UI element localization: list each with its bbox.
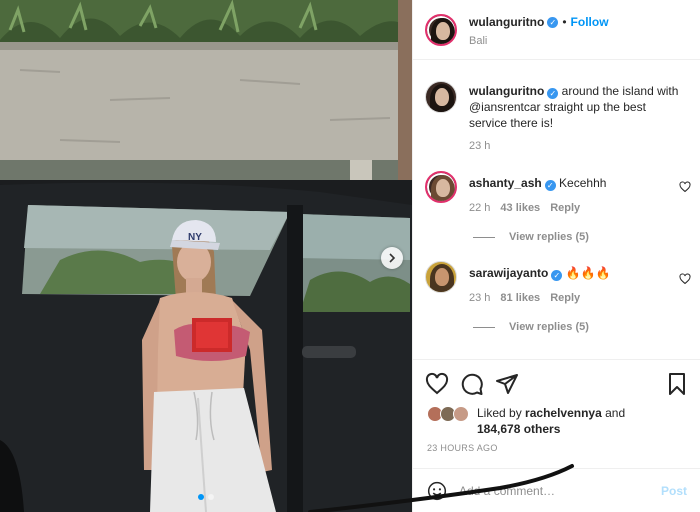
view-replies-button[interactable]: View replies (5) (473, 321, 589, 333)
liked-by-prefix: Liked by (477, 406, 522, 420)
likes-text: Liked by rachelvennya and 184,678 others (477, 405, 625, 437)
next-slide-button[interactable] (381, 247, 403, 269)
add-comment-bar: Post (413, 468, 700, 512)
liker-avatar (453, 406, 469, 422)
comment-likes[interactable]: 81 likes (500, 292, 540, 304)
view-replies-button[interactable]: View replies (5) (473, 231, 589, 243)
carousel-indicator (198, 494, 214, 500)
comment-meta: 22 h 43 likes Reply (469, 202, 580, 214)
comment-item: sarawijayanto ✓ 🔥🔥🔥 23 h 81 likes Reply V… (425, 257, 691, 337)
comment-text-block: ashanty_ash ✓ Kecehhh (469, 175, 681, 191)
author-avatar[interactable] (425, 14, 457, 46)
carousel-dot-active (198, 494, 204, 500)
heart-icon[interactable] (425, 372, 449, 396)
comment-icon[interactable] (460, 372, 484, 396)
separator-dot: • (562, 15, 567, 29)
reply-button[interactable]: Reply (550, 292, 580, 304)
liked-by-and: and (605, 406, 626, 420)
author-username[interactable]: wulanguritno (469, 15, 544, 29)
comment-likes[interactable]: 43 likes (500, 202, 540, 214)
chevron-right-icon (389, 253, 396, 263)
verified-icon: ✓ (547, 16, 559, 28)
like-comment-heart-icon[interactable] (679, 181, 691, 193)
post-side-panel: wulanguritno ✓ • Follow Bali wulanguritn… (412, 0, 700, 512)
view-replies-label: View replies (5) (509, 321, 589, 333)
like-comment-heart-icon[interactable] (679, 273, 691, 285)
share-icon[interactable] (495, 372, 519, 396)
replies-line (473, 326, 495, 328)
verified-icon: ✓ (544, 180, 556, 191)
caption-time: 23 h (469, 140, 491, 152)
commenter-username[interactable]: sarawijayanto (469, 266, 548, 280)
commenter-avatar[interactable] (425, 171, 457, 203)
bookmark-icon[interactable] (665, 372, 689, 396)
post-photo: NY (0, 0, 412, 512)
comment-time: 22 h (469, 202, 491, 214)
verified-icon: ✓ (547, 88, 559, 99)
carousel-dot (208, 494, 214, 500)
caption-avatar[interactable] (425, 81, 457, 113)
commenter-avatar[interactable] (425, 261, 457, 293)
comment-item: ashanty_ash ✓ Kecehhh 22 h 43 likes Reply… (425, 167, 691, 247)
post-timestamp[interactable]: 23 HOURS AGO (427, 443, 498, 453)
comments-section: wulanguritno ✓ around the island with @ia… (413, 61, 700, 359)
svg-text:NY: NY (188, 232, 202, 243)
post-comment-button[interactable]: Post (661, 484, 687, 498)
caption-text-block: wulanguritno ✓ around the island with @ia… (469, 83, 681, 131)
author-line: wulanguritno ✓ • Follow (469, 15, 609, 29)
commenter-username[interactable]: ashanty_ash (469, 176, 542, 190)
add-comment-input[interactable] (459, 479, 649, 503)
comment-text: 🔥🔥🔥 (565, 266, 611, 280)
comment-time: 23 h (469, 292, 491, 304)
post-location[interactable]: Bali (469, 35, 487, 47)
verified-icon: ✓ (551, 270, 563, 281)
view-replies-label: View replies (5) (509, 231, 589, 243)
emoji-icon[interactable] (427, 481, 447, 501)
follow-button[interactable]: Follow (571, 15, 609, 29)
post-header: wulanguritno ✓ • Follow Bali (413, 0, 700, 60)
caption-meta: 23 h (469, 140, 490, 152)
liker-avatars (427, 406, 473, 426)
likes-summary: Liked by rachelvennya and 184,678 others (427, 404, 697, 440)
comment-text-block: sarawijayanto ✓ 🔥🔥🔥 (469, 265, 681, 281)
caption: wulanguritno ✓ around the island with @ia… (425, 75, 689, 165)
comment-text: Kecehhh (559, 176, 607, 190)
likes-count[interactable]: 184,678 others (477, 422, 560, 436)
action-bar (413, 359, 700, 409)
comment-meta: 23 h 81 likes Reply (469, 292, 580, 304)
liked-by-user[interactable]: rachelvennya (525, 406, 602, 420)
replies-line (473, 236, 495, 238)
photo-scene: NY (0, 0, 412, 512)
reply-button[interactable]: Reply (550, 202, 580, 214)
caption-username[interactable]: wulanguritno (469, 84, 544, 98)
